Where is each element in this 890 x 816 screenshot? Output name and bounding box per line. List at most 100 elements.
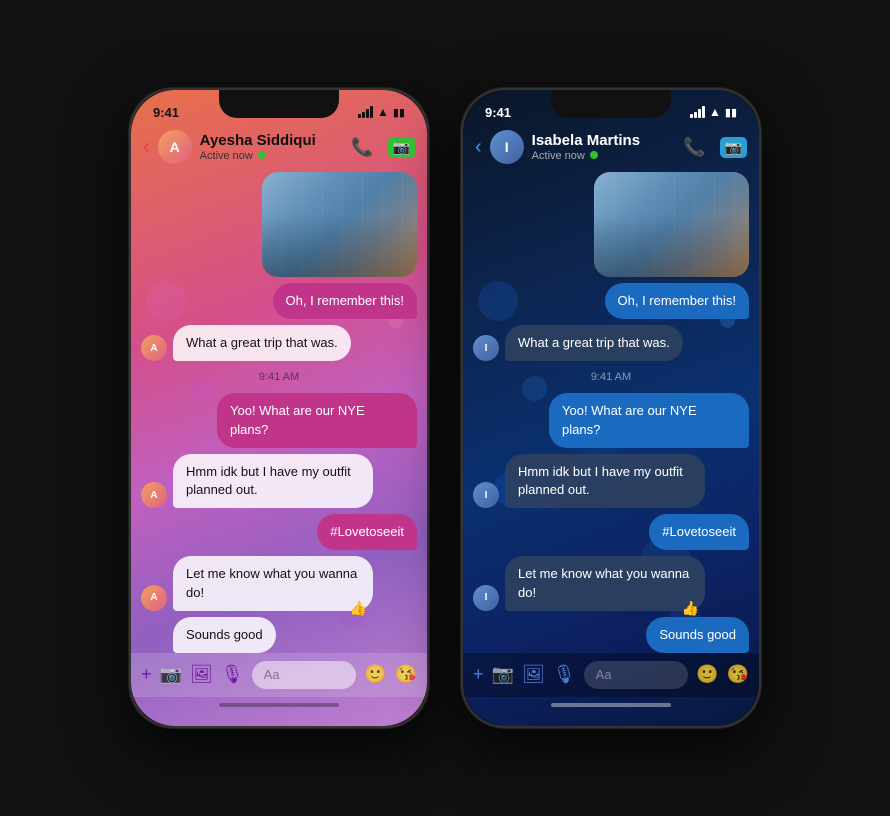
bubble-light-7: Sounds good [173,617,276,653]
msg-avatar-light-1: A [141,335,167,361]
wifi-icon-dark: ▲ [709,105,721,119]
wifi-icon-light: ▲ [377,105,389,119]
mic-icon-light[interactable]: 🎙 [221,664,244,685]
chat-header-dark: ‹ I Isabela Martins Active now 📞 📷 [463,126,759,172]
chat-area-light: Oh, I remember this! A What a great trip… [131,172,427,653]
msg-row-light-6: A Let me know what you wanna do! 👍 [141,556,417,610]
input-bar-dark: + 📷 🖼 🎙 Aa 🙂 😘 [463,653,759,697]
bubble-dark-5: #Lovetoseeit [649,514,749,550]
status-icons-light: ▲ ▮▮ [358,105,405,119]
contact-status-light: Active now [200,150,343,162]
bubble-dark-1: What a great trip that was. [505,325,683,361]
header-avatar-light: A [158,130,192,164]
contact-name-light: Ayesha Siddiqui [200,132,343,150]
back-button-dark[interactable]: ‹ [475,137,482,157]
input-placeholder-dark: Aa [596,667,612,682]
photo-row-dark [473,172,749,277]
time-light: 9:41 [153,105,179,120]
timestamp-light: 9:41 AM [141,367,417,387]
video-icon-dark[interactable]: 📷 [720,137,747,158]
msg-avatar-dark-4: I [473,482,499,508]
msg-row-dark-4: I Hmm idk but I have my outfit planned o… [473,454,749,508]
msg-row-dark-6: I Let me know what you wanna do! 👍 [473,556,749,610]
text-input-light[interactable]: Aa [252,661,357,689]
msg-row-dark-7: Sounds good [473,617,749,653]
time-dark: 9:41 [485,105,511,120]
notch-light [219,90,339,118]
reaction-dark-6: 👍 [682,599,699,619]
active-dot-dark [590,151,598,159]
bubble-dark-4: Hmm idk but I have my outfit planned out… [505,454,705,508]
bubble-light-1: What a great trip that was. [173,325,351,361]
image-icon-dark[interactable]: 🖼 [522,664,545,685]
phone-dark-inner: 9:41 ▲ ▮▮ ‹ I [463,90,759,726]
header-info-light: Ayesha Siddiqui Active now [200,132,343,162]
msg-avatar-light-6: A [141,585,167,611]
msg-row-light-5: #Lovetoseeit [141,514,417,550]
bubble-light-4: Hmm idk but I have my outfit planned out… [173,454,373,508]
msg-row-light-1: A What a great trip that was. [141,325,417,361]
camera-icon-dark[interactable]: 📷 [492,664,514,685]
sticker-icon-light[interactable]: 😘 [395,664,417,685]
bubble-dark-0: Oh, I remember this! [605,283,749,319]
reaction-light-6: 👍 [350,599,367,619]
msg-avatar-dark-1: I [473,335,499,361]
bubble-light-3: Yoo! What are our NYE plans? [217,393,417,447]
msg-row-dark-1: I What a great trip that was. [473,325,749,361]
phone-light: 9:41 ▲ ▮▮ ‹ A [129,88,429,728]
call-icon-dark[interactable]: 📞 [683,137,705,158]
text-input-dark[interactable]: Aa [584,661,689,689]
photo-bubble-light[interactable] [262,172,417,277]
plus-icon-dark[interactable]: + [473,664,484,685]
camera-icon-light[interactable]: 📷 [160,664,182,685]
bubble-light-5: #Lovetoseeit [317,514,417,550]
header-actions-light[interactable]: 📞 📷 [351,137,415,158]
signal-icon-dark [690,106,705,118]
header-avatar-dark: I [490,130,524,164]
msg-row-light-3: Yoo! What are our NYE plans? [141,393,417,447]
photo-bubble-dark[interactable] [594,172,749,277]
phone-dark: 9:41 ▲ ▮▮ ‹ I [461,88,761,728]
contact-name-dark: Isabela Martins [532,132,675,150]
image-icon-light[interactable]: 🖼 [190,664,213,685]
chat-area-dark: Oh, I remember this! I What a great trip… [463,172,759,653]
bubble-light-0: Oh, I remember this! [273,283,417,319]
contact-status-dark: Active now [532,150,675,162]
chat-header-light: ‹ A Ayesha Siddiqui Active now 📞 📷 [131,126,427,172]
notch-dark [551,90,671,118]
photo-image-dark [594,172,749,277]
photo-image-light [262,172,417,277]
msg-avatar-light-4: A [141,482,167,508]
call-icon-light[interactable]: 📞 [351,137,373,158]
active-dot-light [258,151,266,159]
video-icon-light[interactable]: 📷 [388,137,415,158]
plus-icon-light[interactable]: + [141,664,152,685]
home-indicator-dark [551,703,671,707]
emoji-icon-light[interactable]: 🙂 [364,664,386,685]
bubble-light-6: Let me know what you wanna do! 👍 [173,556,373,610]
msg-row-light-7: A Sounds good [141,617,417,653]
timestamp-dark: 9:41 AM [473,367,749,387]
header-info-dark: Isabela Martins Active now [532,132,675,162]
msg-row-dark-5: #Lovetoseeit [473,514,749,550]
bubble-dark-3: Yoo! What are our NYE plans? [549,393,749,447]
msg-row-dark-3: Yoo! What are our NYE plans? [473,393,749,447]
header-actions-dark[interactable]: 📞 📷 [683,137,747,158]
bubble-dark-7: Sounds good [646,617,749,653]
input-bar-light: + 📷 🖼 🎙 Aa 🙂 😘 [131,653,427,697]
scene: 9:41 ▲ ▮▮ ‹ A [0,0,890,816]
back-button-light[interactable]: ‹ [143,137,150,157]
battery-icon-dark: ▮▮ [725,106,737,119]
signal-icon-light [358,106,373,118]
status-icons-dark: ▲ ▮▮ [690,105,737,119]
input-placeholder-light: Aa [264,667,280,682]
photo-row-light [141,172,417,277]
sticker-icon-dark[interactable]: 😘 [727,664,749,685]
mic-icon-dark[interactable]: 🎙 [553,664,576,685]
battery-icon-light: ▮▮ [393,106,405,119]
home-indicator-light [219,703,339,707]
msg-row-light-4: A Hmm idk but I have my outfit planned o… [141,454,417,508]
emoji-icon-dark[interactable]: 🙂 [696,664,718,685]
phone-light-inner: 9:41 ▲ ▮▮ ‹ A [131,90,427,726]
bubble-dark-6: Let me know what you wanna do! 👍 [505,556,705,610]
